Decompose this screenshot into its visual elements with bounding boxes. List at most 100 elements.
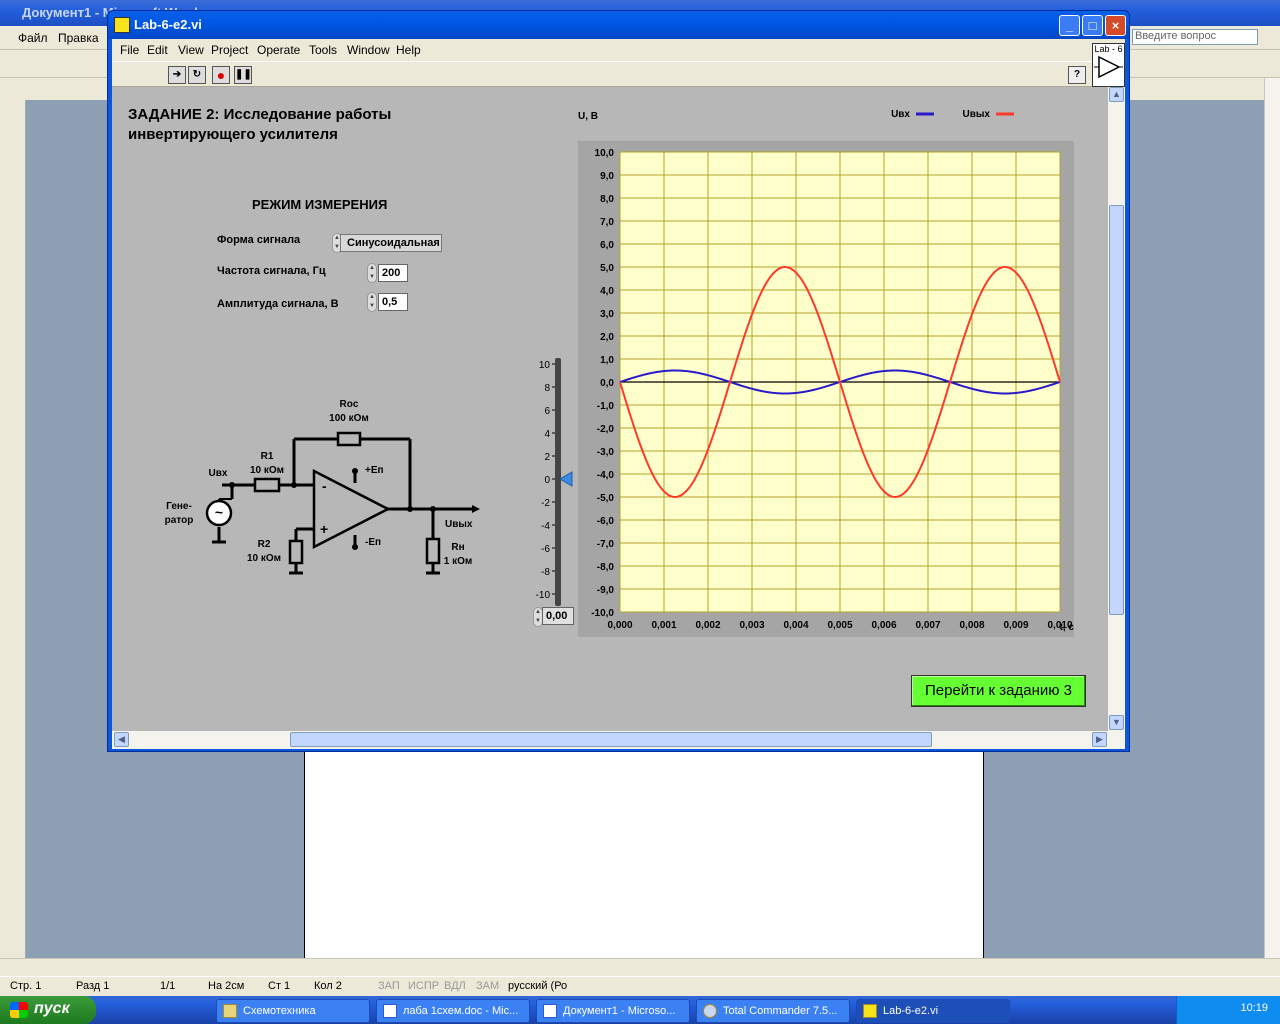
word-left-ruler — [0, 100, 26, 958]
status-trk[interactable]: ИСПР — [408, 980, 439, 992]
menu-tools[interactable]: Tools — [309, 43, 337, 57]
menu-operate[interactable]: Operate — [257, 43, 300, 57]
run-arrow-icon[interactable]: ➔ — [168, 66, 186, 84]
scroll-left-icon[interactable]: ◀ — [114, 732, 129, 747]
clock[interactable]: 10:19 — [1240, 1002, 1268, 1014]
generator-tilde: ~ — [215, 504, 223, 520]
word-help-search[interactable]: Введите вопрос — [1132, 29, 1258, 45]
taskbar-item-word-doc1[interactable]: Документ1 - Microso... — [536, 999, 690, 1023]
labview-horizontal-scrollbar[interactable]: ◀ ▶ — [112, 731, 1125, 749]
word-menu-file[interactable]: Файл — [18, 31, 48, 45]
frequency-spinner[interactable]: ▲ ▼ — [367, 263, 377, 283]
y-tick-label: 4,0 — [600, 286, 614, 297]
x-tick-label: 0,004 — [783, 620, 808, 631]
folder-icon — [223, 1004, 237, 1018]
menu-view[interactable]: View — [178, 43, 204, 57]
slider-tick-label: -8 — [541, 567, 550, 578]
waveform-ring[interactable]: Синусоидальная — [340, 234, 442, 252]
status-rec[interactable]: ЗАП — [378, 980, 400, 992]
taskbar-item-label: Схемотехника — [243, 1005, 316, 1017]
maximize-button[interactable]: □ — [1082, 15, 1103, 36]
status-pages: 1/1 — [160, 980, 176, 992]
taskbar-item-word-doc[interactable]: лаба 1схем.doc - Mic... — [376, 999, 530, 1023]
uout-label: Uвых — [445, 519, 473, 530]
word-horizontal-scrollbar[interactable] — [0, 958, 1280, 976]
x-tick-label: 0,005 — [827, 620, 852, 631]
scroll-up-icon[interactable]: ▲ — [1109, 87, 1124, 102]
amplitude-input[interactable]: 0,5 — [378, 293, 408, 311]
menu-file[interactable]: File — [120, 43, 139, 57]
taskbar-item-total-commander[interactable]: Total Commander 7.5... — [696, 999, 850, 1023]
status-ext[interactable]: ВДЛ — [444, 980, 466, 992]
menu-help[interactable]: Help — [396, 43, 421, 57]
start-button[interactable]: пуск — [0, 996, 96, 1024]
slider-tick-label: 8 — [544, 383, 550, 394]
menu-project[interactable]: Project — [211, 43, 248, 57]
frequency-input[interactable]: 200 — [378, 264, 408, 282]
run-continuously-icon[interactable]: ↻ — [188, 66, 206, 84]
taskbar-item-label: Total Commander 7.5... — [723, 1005, 838, 1017]
x-tick-label: 0,007 — [915, 620, 940, 631]
labview-app-icon[interactable] — [114, 17, 130, 33]
slider-tick-label: 6 — [544, 406, 550, 417]
system-tray: 10:19 — [1176, 996, 1280, 1024]
slider-value-input[interactable]: 0,00 — [542, 607, 574, 625]
minimize-button[interactable]: _ — [1059, 15, 1080, 36]
y-tick-label: -2,0 — [597, 424, 615, 435]
pause-icon[interactable]: ❚❚ — [234, 66, 252, 84]
word-menu-edit[interactable]: Правка — [58, 31, 99, 45]
y-tick-label: -8,0 — [597, 562, 615, 573]
labview-vertical-scrollbar[interactable]: ▲ ▼ — [1108, 87, 1125, 731]
taskbar-item-labview[interactable]: Lab-6-e2.vi — [856, 999, 1010, 1023]
rn-resistor — [425, 537, 441, 565]
vplus-label: +Еп — [365, 465, 384, 476]
menu-window[interactable]: Window — [347, 43, 390, 57]
x-tick-label: 0,008 — [959, 620, 984, 631]
generator-label-1: Гене- — [166, 501, 192, 512]
labview-title-bar[interactable]: Lab-6-e2.vi _ □ × — [108, 11, 1129, 39]
scroll-right-icon[interactable]: ▶ — [1092, 732, 1107, 747]
scroll-down-icon[interactable]: ▼ — [1109, 715, 1124, 730]
status-ovr[interactable]: ЗАМ — [476, 980, 499, 992]
windows-logo-icon — [10, 1002, 28, 1018]
front-panel: ЗАДАНИЕ 2: Исследование работы инвертиру… — [112, 87, 1108, 731]
abort-icon[interactable]: ● — [212, 66, 230, 84]
slider-pointer — [559, 471, 573, 487]
vertical-scroll-thumb[interactable] — [1109, 205, 1124, 615]
word-page[interactable] — [304, 750, 984, 958]
vi-icon: Lab - 6 — [1092, 43, 1125, 87]
legend-label: Uвх — [891, 109, 910, 120]
context-help-icon[interactable]: ? — [1068, 66, 1086, 84]
generator-label-2: ратор — [165, 515, 194, 526]
taskbar-item-folder[interactable]: Схемотехника — [216, 999, 370, 1023]
amplitude-label: Амплитуда сигнала, В — [217, 298, 339, 310]
opamp-minus: - — [322, 478, 327, 494]
y-axis-label: U, В — [578, 111, 598, 122]
next-task-button[interactable]: Перейти к заданию 3 — [911, 675, 1086, 707]
task-title: ЗАДАНИЕ 2: Исследование работы инвертиру… — [128, 105, 391, 145]
slider-tick-label: -6 — [541, 544, 550, 555]
slider-tick-label: 4 — [544, 429, 550, 440]
labview-menu-bar: File Edit View Project Operate Tools Win… — [112, 39, 1125, 61]
vminus-label: -Еп — [365, 537, 381, 548]
word-vertical-scrollbar[interactable] — [1264, 78, 1280, 958]
status-language: русский (Ро — [508, 980, 568, 992]
labview-window-title: Lab-6-e2.vi — [134, 17, 202, 32]
status-line: Ст 1 — [268, 980, 291, 992]
horizontal-scroll-thumb[interactable] — [290, 732, 932, 747]
vi-icon-label: Lab - 6 — [1094, 44, 1123, 54]
y-tick-label: 6,0 — [600, 240, 614, 251]
amplitude-spinner[interactable]: ▲ ▼ — [367, 292, 377, 312]
labview-toolbar: ➔ ↻ ● ❚❚ ? — [112, 61, 1092, 87]
y-tick-label: 5,0 — [600, 263, 614, 274]
menu-edit[interactable]: Edit — [147, 43, 168, 57]
frequency-label: Частота сигнала, Гц — [217, 265, 326, 277]
x-tick-label: 0,006 — [871, 620, 896, 631]
word-status-bar: Стр. 1 Разд 1 1/1 На 2см Ст 1 Кол 2 ЗАП … — [0, 976, 1280, 996]
taskbar-item-label: Документ1 - Microso... — [563, 1005, 676, 1017]
word-icon — [383, 1004, 397, 1018]
opamp-logo-icon — [1094, 55, 1123, 79]
close-button[interactable]: × — [1105, 15, 1126, 36]
status-page: Стр. 1 — [10, 980, 42, 992]
slider-tick-label: 2 — [544, 452, 550, 463]
